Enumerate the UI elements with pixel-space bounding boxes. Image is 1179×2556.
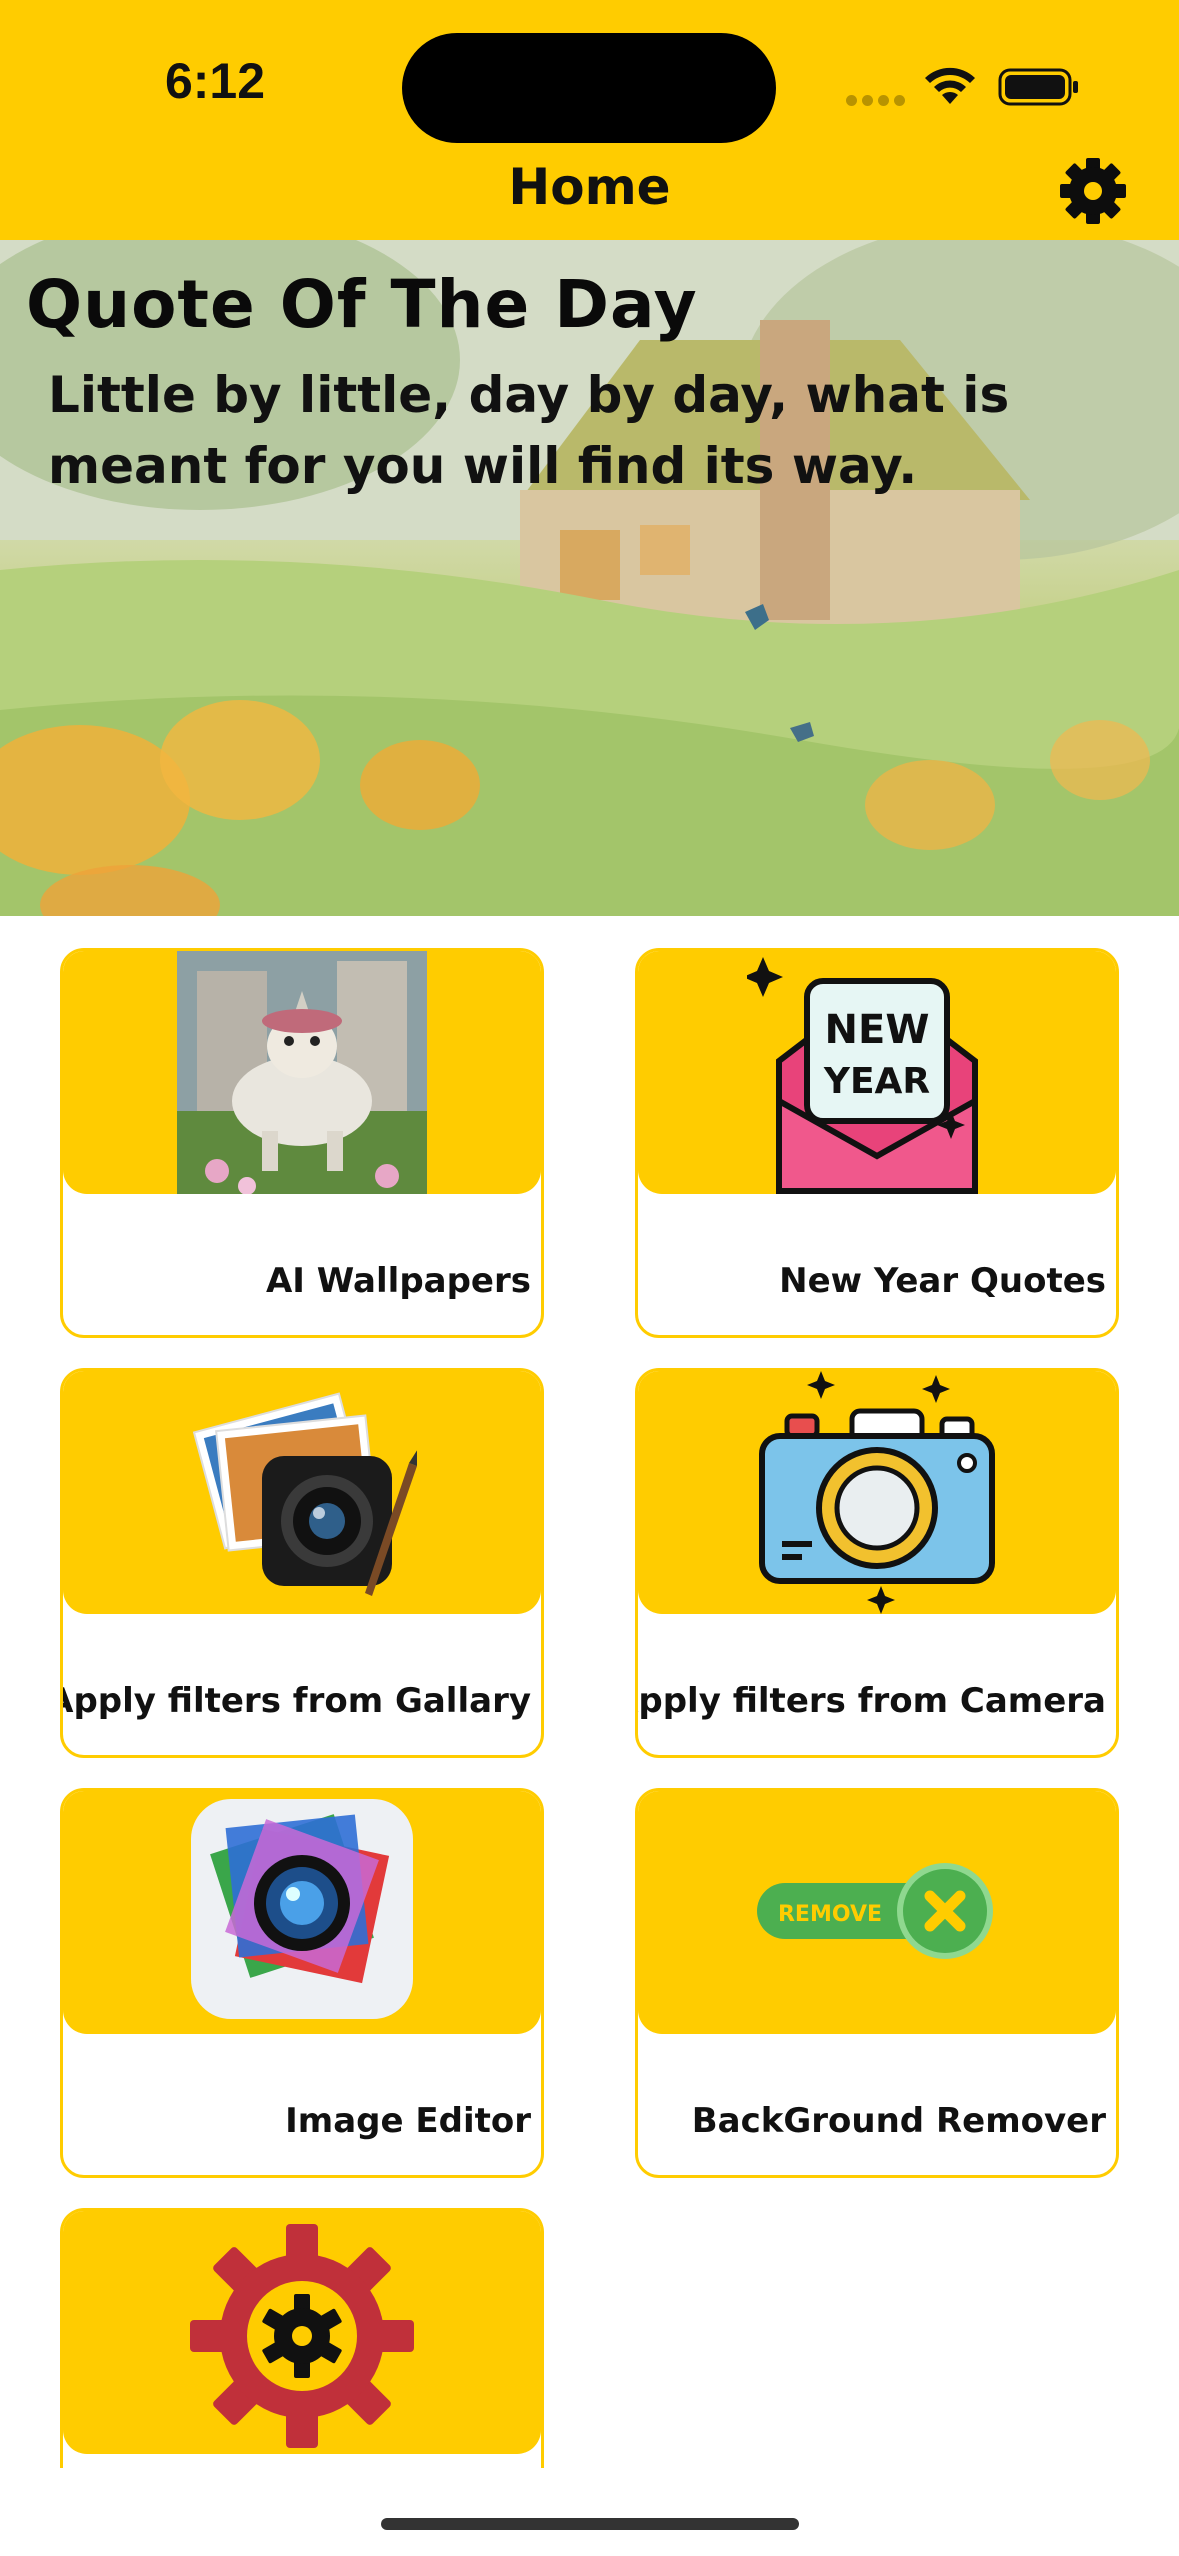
card-filters-camera[interactable]: Apply filters from Camera — [635, 1368, 1119, 1758]
svg-text:YEAR: YEAR — [823, 1061, 930, 1102]
card-filters-gallery[interactable]: Apply filters from Gallary — [60, 1368, 544, 1758]
card-header: NEW YEAR — [638, 951, 1116, 1194]
card-label: BackGround Remover — [691, 2101, 1106, 2141]
photos-camera-icon — [192, 1392, 417, 1596]
card-settings[interactable] — [60, 2208, 544, 2468]
card-ai-wallpapers[interactable]: AI Wallpapers — [60, 948, 544, 1338]
battery-icon — [998, 68, 1078, 106]
status-time: 6:12 — [164, 53, 266, 109]
gear-settings-icon — [190, 2224, 414, 2448]
quote-title: Quote Of The Day — [26, 266, 698, 343]
card-label: Apply filters from Gallary — [60, 1681, 531, 1721]
card-label: Apply filters from Camera — [635, 1681, 1106, 1721]
card-image-editor[interactable]: Image Editor — [60, 1788, 544, 2178]
svg-text:NEW: NEW — [825, 1007, 930, 1053]
card-label: Image Editor — [285, 2101, 531, 2141]
card-header — [63, 2211, 541, 2454]
page-title: Home — [508, 158, 671, 216]
card-header — [63, 951, 541, 1194]
remove-toggle-icon: REMOVE — [757, 1863, 993, 1959]
dog-wallpaper-image — [177, 951, 427, 1194]
card-label: AI Wallpapers — [265, 1261, 531, 1301]
home-indicator[interactable] — [381, 2518, 799, 2530]
wifi-icon — [925, 67, 975, 104]
quote-banner: Quote Of The Day Little by little, day b… — [0, 240, 1179, 916]
card-header — [63, 1791, 541, 2034]
gear-icon — [1060, 158, 1126, 224]
dynamic-island — [402, 33, 776, 143]
new-year-envelope-icon: NEW YEAR — [747, 957, 978, 1194]
signal-icon — [846, 95, 906, 107]
quote-text: Little by little, day by day, what is me… — [48, 366, 1010, 495]
camera-icon — [759, 1371, 995, 1614]
photo-editor-icon — [191, 1799, 413, 2019]
card-header — [638, 1371, 1116, 1614]
settings-button[interactable] — [1056, 154, 1130, 228]
card-background-remover[interactable]: REMOVE BackGround Remover — [635, 1788, 1119, 2178]
card-header: REMOVE — [638, 1791, 1116, 2034]
home-screen: 6:12 Home Quote Of The Day Little by lit… — [0, 0, 1179, 2556]
header-bar: 6:12 Home — [0, 0, 1179, 240]
remove-badge-text: REMOVE — [778, 1902, 882, 1927]
card-header — [63, 1371, 541, 1614]
card-label: New Year Quotes — [779, 1261, 1106, 1301]
card-new-year-quotes[interactable]: NEW YEAR New Year Quotes — [635, 948, 1119, 1338]
